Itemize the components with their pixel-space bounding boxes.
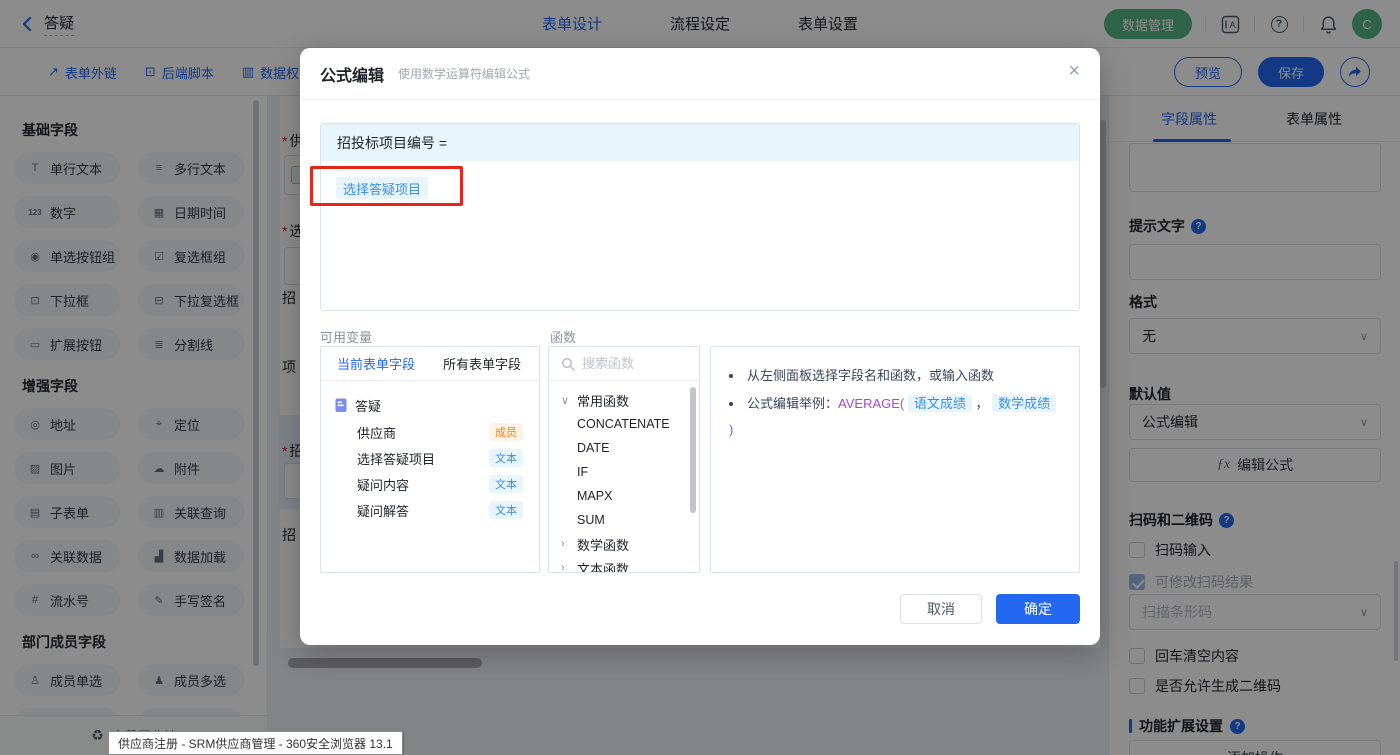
formula-field-chip[interactable]: 选择答疑项目 — [336, 177, 428, 199]
function-item-concatenate[interactable]: CONCATENATE — [561, 412, 699, 436]
chevron-open-icon: ∨ — [561, 394, 571, 407]
function-group-common[interactable]: ∨ 常用函数 — [561, 388, 699, 412]
tab-current-form-fields[interactable]: 当前表单字段 — [337, 354, 415, 373]
app-window: 答疑 表单设计 流程设定 表单设置 数据管理 A ? C ↗ — [0, 0, 1400, 755]
variable-row-supplier[interactable]: 供应商 成员 — [335, 419, 525, 445]
type-tag-member: 成员 — [489, 423, 523, 441]
function-item-sum[interactable]: SUM — [561, 508, 699, 532]
functions-scrollbar[interactable] — [690, 387, 696, 513]
chevron-closed-icon: › — [561, 562, 571, 573]
function-group-math[interactable]: › 数学函数 — [561, 532, 699, 556]
functions-label: 函数 — [550, 327, 576, 346]
cancel-button[interactable]: 取消 — [900, 594, 982, 624]
example-field-chip: 数学成绩 — [992, 395, 1056, 412]
formula-editor-box[interactable]: 招投标项目编号 = 选择答疑项目 — [320, 123, 1080, 311]
function-search-input[interactable] — [582, 356, 682, 371]
variable-row-question-answer[interactable]: 疑问解答 文本 — [335, 497, 525, 523]
type-tag-text: 文本 — [489, 501, 523, 519]
confirm-button[interactable]: 确定 — [996, 594, 1080, 624]
variables-label: 可用变量 — [320, 327, 372, 346]
tip-line-1: 从左侧面板选择字段名和函数，或输入函数 — [729, 363, 1061, 389]
close-icon[interactable]: × — [1068, 61, 1080, 81]
function-item-date[interactable]: DATE — [561, 436, 699, 460]
tab-all-form-fields[interactable]: 所有表单字段 — [443, 354, 521, 373]
tip-line-2: 公式编辑举例：AVERAGE( 语文成绩 ， 数学成绩 ) — [729, 391, 1061, 443]
variables-panel: 当前表单字段 所有表单字段 答疑 供应商 成员 选择答疑项目 文本 疑问内容 — [320, 346, 540, 573]
function-item-if[interactable]: IF — [561, 460, 699, 484]
modal-subtitle: 使用数学运算符编辑公式 — [398, 65, 530, 82]
functions-panel: ∨ 常用函数 CONCATENATE DATE IF MAPX SUM › 数学… — [548, 346, 700, 573]
status-tooltip: 供应商注册 - SRM供应商管理 - 360安全浏览器 13.1 — [108, 731, 403, 755]
search-icon — [561, 357, 575, 371]
tips-panel: 从左侧面板选择字段名和函数，或输入函数 公式编辑举例：AVERAGE( 语文成绩… — [710, 346, 1080, 573]
modal-title: 公式编辑 — [320, 62, 384, 86]
type-tag-text: 文本 — [489, 475, 523, 493]
formula-target: 招投标项目编号 = — [321, 124, 1079, 161]
variable-row-select-project[interactable]: 选择答疑项目 文本 — [335, 445, 525, 471]
form-doc-icon — [335, 398, 348, 413]
tree-root-form[interactable]: 答疑 — [335, 391, 525, 419]
example-field-chip: 语文成绩 — [908, 395, 972, 412]
formula-edit-modal: 公式编辑 使用数学运算符编辑公式 × 招投标项目编号 = 选择答疑项目 可用变量… — [300, 48, 1100, 645]
variable-row-question-content[interactable]: 疑问内容 文本 — [335, 471, 525, 497]
type-tag-text: 文本 — [489, 449, 523, 467]
function-item-mapx[interactable]: MAPX — [561, 484, 699, 508]
chevron-closed-icon: › — [561, 538, 571, 550]
function-group-text[interactable]: › 文本函数 — [561, 556, 699, 573]
